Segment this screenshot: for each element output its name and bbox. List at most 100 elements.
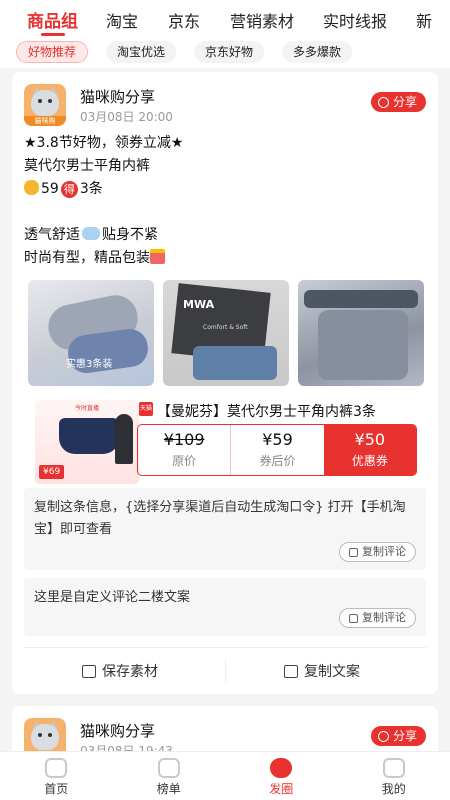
user-name: 猫咪购分享 — [80, 722, 156, 740]
cat-face-icon — [31, 724, 59, 750]
wind-icon — [82, 227, 100, 240]
thumb-price: ¥69 — [39, 465, 65, 479]
cat-eye-left — [38, 99, 42, 103]
image-icon — [82, 664, 96, 678]
bottom-tab-bar: 首页 榜单 发圈 我的 — [0, 751, 450, 800]
share-icon — [377, 730, 389, 742]
user-name: 猫咪购分享 — [80, 88, 156, 106]
chip-recommend[interactable]: 好物推荐 — [16, 41, 89, 63]
feature-c: 时尚有型，精品包装 — [24, 250, 150, 266]
post-line-feature2: 时尚有型，精品包装 — [24, 247, 424, 270]
product-photo-3[interactable] — [298, 280, 424, 386]
cat-face-icon — [31, 90, 59, 116]
product-photo-2[interactable]: MWA Comfort & Soft — [163, 280, 289, 386]
share-label: 分享 — [392, 95, 417, 109]
price-value: 59 — [41, 181, 59, 197]
de-badge-icon: 得 — [60, 181, 78, 198]
avatar-label: 猫咪购 — [24, 116, 66, 126]
original-price: ¥109 — [163, 430, 205, 449]
fabric-body — [318, 310, 408, 380]
home-icon — [45, 758, 68, 778]
price-box[interactable]: ¥109 原价 ¥59 券后价 ¥50 优惠券 — [137, 424, 417, 476]
original-price-label: 原价 — [172, 454, 197, 468]
top-tab-more[interactable]: 新 — [416, 8, 432, 36]
underwear-fold — [193, 346, 277, 380]
coupon-cell[interactable]: ¥50 优惠券 — [323, 425, 416, 475]
share-button[interactable]: 分享 — [370, 92, 426, 112]
box-subtitle: Comfort & Soft — [203, 324, 248, 331]
coupon-label: 优惠券 — [351, 454, 388, 468]
product-title[interactable]: 【曼妮芬】莫代尔男士平角内裤3条 — [157, 401, 427, 421]
feature-b: 贴身不紧 — [102, 227, 158, 243]
copy-comment-button[interactable]: 复制评论 — [339, 542, 416, 562]
ranking-icon — [157, 758, 180, 778]
tab-label: 发圈 — [269, 782, 294, 796]
share-label: 分享 — [392, 729, 417, 743]
coupon-value: ¥50 — [354, 430, 386, 449]
comment-block: 复制这条信息，{选择分享渠道后自动生成淘口令} 打开【手机淘宝】即可查看 复制评… — [24, 488, 426, 570]
post-line-product: 莫代尔男士平角内裤 — [24, 158, 150, 174]
tab-moments[interactable]: 发圈 — [225, 752, 338, 800]
comment-text: 这里是自定义评论二楼文案 — [34, 590, 191, 605]
chip-taobao[interactable]: 淘宝优选 — [106, 41, 177, 63]
avatar[interactable]: 猫咪购 — [24, 84, 66, 126]
copy-comment-label: 复制评论 — [362, 545, 406, 558]
tab-home[interactable]: 首页 — [0, 752, 113, 800]
tab-mine[interactable]: 我的 — [338, 752, 450, 800]
copy-icon — [349, 613, 358, 623]
thumb-underwear — [59, 418, 119, 454]
post-line-title: ★3.8节好物，领券立减★ — [24, 135, 184, 151]
top-category-tabs: 商品组 淘宝 京东 营销素材 实时线报 新 — [0, 0, 450, 36]
post-line-price: 59 得 3条 — [24, 178, 424, 201]
copy-icon — [349, 547, 358, 557]
post-card: 猫咪购 猫咪购分享 03月08日 20:00 分享 ★3.8节好物，领券立减★ … — [12, 72, 438, 694]
top-tab-taobao[interactable]: 淘宝 — [106, 8, 138, 36]
thumb-title: 今时直播 — [74, 405, 99, 412]
cat-eye-left — [38, 733, 42, 737]
sub-category-chips: 好物推荐 淘宝优选 京东好物 多多爆款 — [0, 36, 450, 68]
after-coupon-price: ¥59 — [262, 430, 293, 449]
profile-icon — [382, 758, 405, 778]
copy-text-label: 复制文案 — [304, 664, 360, 680]
tab-label: 首页 — [44, 782, 69, 796]
top-tab-products[interactable]: 商品组 — [27, 7, 78, 36]
post-line-blank — [24, 201, 424, 224]
money-bag-icon — [24, 180, 39, 195]
tab-label: 榜单 — [156, 782, 181, 796]
photo-caption: 实惠3条装 — [66, 359, 113, 370]
feature-a: 透气舒适 — [24, 227, 80, 243]
share-icon — [377, 96, 389, 108]
after-coupon-label: 券后价 — [259, 454, 296, 468]
moments-icon — [270, 758, 293, 778]
chip-pdd[interactable]: 多多爆款 — [282, 41, 353, 63]
share-button[interactable]: 分享 — [370, 726, 426, 746]
post-time: 03月08日 20:00 — [80, 110, 173, 124]
product-photo-1[interactable]: 实惠3条装 — [28, 280, 154, 386]
chip-jd[interactable]: 京东好物 — [194, 41, 265, 63]
plus-copy-icon — [284, 664, 298, 678]
save-material-label: 保存素材 — [102, 664, 158, 680]
top-tab-jd[interactable]: 京东 — [168, 8, 200, 36]
copy-text-button[interactable]: 复制文案 — [284, 657, 360, 685]
cat-eye-right — [48, 733, 52, 737]
original-price-cell: ¥109 原价 — [138, 425, 230, 475]
tab-ranking[interactable]: 榜单 — [113, 752, 226, 800]
comment-block: 这里是自定义评论二楼文案 复制评论 — [24, 578, 426, 636]
save-material-button[interactable]: 保存素材 — [82, 657, 158, 685]
divider — [24, 647, 426, 648]
box-logo: MWA — [183, 298, 215, 311]
tmall-badge-icon: 天猫 — [139, 402, 153, 416]
top-tab-realtime[interactable]: 实时线报 — [323, 8, 387, 36]
waistband — [304, 290, 418, 308]
tab-label: 我的 — [381, 782, 406, 796]
top-tab-marketing[interactable]: 营销素材 — [230, 8, 294, 36]
divider — [225, 659, 226, 683]
cat-eye-right — [48, 99, 52, 103]
after-coupon-cell: ¥59 券后价 — [230, 425, 323, 475]
product-thumbnail[interactable]: 今时直播 ¥69 — [35, 400, 139, 484]
post-line-feature1: 透气舒适 贴身不紧 — [24, 224, 424, 247]
comment-text: 复制这条信息，{选择分享渠道后自动生成淘口令} 打开【手机淘宝】即可查看 — [34, 500, 406, 537]
thumb-presenter — [115, 414, 133, 464]
post-text: ★3.8节好物，领券立减★ 莫代尔男士平角内裤 59 得 3条 透气舒适 贴身不紧 时… — [24, 132, 424, 270]
copy-comment-button[interactable]: 复制评论 — [339, 608, 416, 628]
